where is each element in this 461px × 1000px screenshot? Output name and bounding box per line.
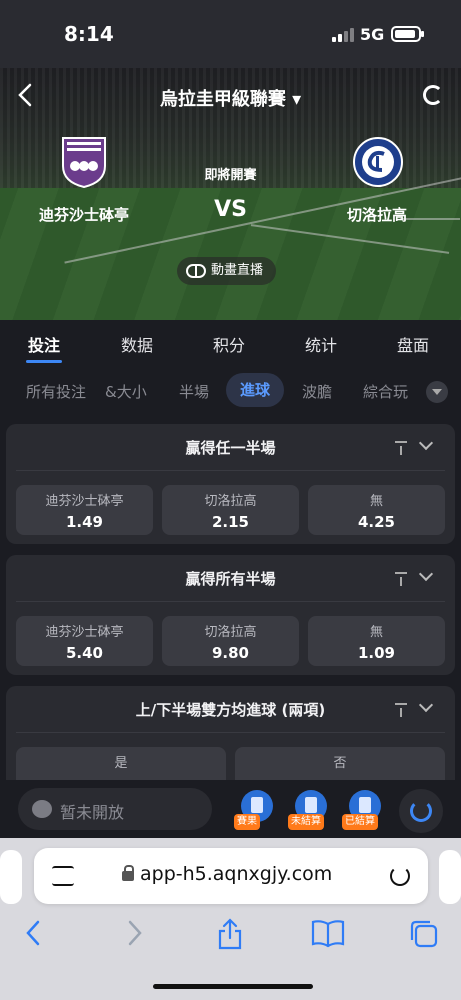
network-label: 5G bbox=[360, 25, 385, 44]
odds-button[interactable]: 迪芬沙士砵亭 1.49 bbox=[16, 485, 153, 535]
odds-value: 4.25 bbox=[357, 513, 395, 531]
tab-bets[interactable]: 投注 bbox=[25, 332, 63, 363]
market-card: 上/下半場雙方均進球 (兩項) 是 否 bbox=[6, 686, 455, 780]
unsettled-label: 未結算 bbox=[288, 814, 324, 830]
tab-data[interactable]: 数据 bbox=[121, 332, 153, 356]
signal-icon bbox=[332, 28, 354, 42]
odds-value: 1.09 bbox=[357, 644, 395, 662]
results-label: 賽果 bbox=[234, 814, 260, 830]
odds-value: 2.15 bbox=[211, 513, 249, 531]
home-indicator bbox=[153, 984, 313, 989]
subtab-correct-score[interactable]: 波膽 bbox=[302, 381, 332, 402]
odds-value: 1.49 bbox=[65, 513, 103, 531]
odds-row: 是 否 bbox=[6, 733, 455, 780]
market-title: 上/下半場雙方均進球 (兩項) bbox=[135, 701, 326, 719]
address-bar[interactable]: app-h5.aqnxgjy.com bbox=[34, 848, 428, 904]
pin-top-icon[interactable] bbox=[395, 441, 407, 455]
odds-label: 切洛拉高 bbox=[204, 625, 257, 640]
vs-label: VS bbox=[214, 197, 247, 222]
main-tabs: 投注 数据 积分 统计 盘面 bbox=[0, 320, 461, 366]
reload-icon[interactable] bbox=[399, 789, 443, 833]
odds-value: 5.40 bbox=[65, 644, 103, 662]
tab-market[interactable]: 盘面 bbox=[397, 332, 429, 356]
bookmarks-icon[interactable] bbox=[311, 918, 345, 954]
status-time: 8:14 bbox=[64, 22, 114, 46]
refresh-icon[interactable] bbox=[423, 85, 443, 105]
next-tab-card[interactable] bbox=[439, 850, 461, 904]
animation-live-label: 動畫直播 bbox=[211, 263, 264, 278]
animation-live-button[interactable]: 動畫直播 bbox=[177, 257, 276, 285]
settled-label: 已結算 bbox=[342, 814, 378, 830]
odds-button[interactable]: 切洛拉高 9.80 bbox=[162, 616, 299, 666]
match-status: 即將開賽 bbox=[204, 168, 257, 183]
pin-top-icon[interactable] bbox=[395, 572, 407, 586]
home-team: 迪芬沙士砵亭 bbox=[24, 136, 144, 226]
subtab-combo[interactable]: 綜合玩 bbox=[363, 381, 408, 402]
market-header[interactable]: 上/下半場雙方均進球 (兩項) bbox=[6, 686, 455, 732]
subtab-half[interactable]: 半場 bbox=[179, 381, 209, 402]
subtab-all-bets[interactable]: 所有投注 bbox=[26, 381, 86, 402]
results-button[interactable]: 賽果 bbox=[234, 790, 277, 834]
unsettled-button[interactable]: 未結算 bbox=[288, 790, 331, 834]
chat-icon bbox=[32, 800, 52, 818]
more-tabs-dropdown-icon[interactable] bbox=[426, 381, 448, 403]
browser-back-icon[interactable] bbox=[22, 918, 46, 954]
league-selector[interactable]: 烏拉圭甲級聯賽 ▾ bbox=[0, 85, 461, 111]
odds-button[interactable]: 無 1.09 bbox=[308, 616, 445, 666]
market-title: 贏得任一半場 bbox=[185, 439, 276, 457]
browser-forward-icon[interactable] bbox=[122, 918, 146, 954]
odds-label: 無 bbox=[369, 625, 383, 640]
home-team-crest-icon bbox=[59, 136, 109, 189]
reload-page-icon[interactable] bbox=[390, 866, 410, 886]
odds-row: 迪芬沙士砵亭 1.49 切洛拉高 2.15 無 4.25 bbox=[6, 471, 455, 543]
pitch-icon bbox=[186, 264, 206, 278]
odds-row: 迪芬沙士砵亭 5.40 切洛拉高 9.80 無 1.09 bbox=[6, 602, 455, 674]
odds-button[interactable]: 無 4.25 bbox=[308, 485, 445, 535]
share-icon[interactable] bbox=[216, 918, 244, 956]
market-card: 贏得所有半場 迪芬沙士砵亭 5.40 切洛拉高 9.80 無 1.09 bbox=[6, 555, 455, 675]
bet-slip-placeholder: 暂未開放 bbox=[60, 803, 125, 822]
market-header[interactable]: 贏得所有半場 bbox=[6, 555, 455, 601]
odds-value: 9.80 bbox=[211, 644, 249, 662]
match-header: 烏拉圭甲級聯賽 ▾ 迪芬沙士砵亭 即將開賽 VS 切洛拉高 動畫直播 bbox=[0, 68, 461, 320]
tab-stats[interactable]: 统计 bbox=[305, 332, 337, 356]
lock-icon bbox=[122, 865, 134, 881]
odds-button[interactable]: 切洛拉高 2.15 bbox=[162, 485, 299, 535]
status-bar: 8:14 5G bbox=[0, 0, 461, 68]
odds-button[interactable]: 否 bbox=[235, 747, 445, 780]
away-team-crest-icon bbox=[352, 136, 403, 188]
market-filter-tabs: 所有投注 &大小 半場 進球 波膽 綜合玩 bbox=[0, 368, 461, 414]
bet-slip-bar: 暂未開放 賽果 未結算 已結算 bbox=[0, 780, 461, 838]
market-header[interactable]: 贏得任一半場 bbox=[6, 424, 455, 470]
tabs-icon[interactable] bbox=[408, 918, 440, 956]
url-text: app-h5.aqnxgjy.com bbox=[140, 863, 333, 885]
odds-label: 切洛拉高 bbox=[204, 494, 257, 509]
market-card: 贏得任一半場 迪芬沙士砵亭 1.49 切洛拉高 2.15 無 4.25 bbox=[6, 424, 455, 544]
battery-icon bbox=[391, 26, 424, 42]
market-title: 贏得所有半場 bbox=[185, 570, 276, 588]
tab-standings[interactable]: 积分 bbox=[213, 332, 245, 356]
app-screen: 8:14 5G 烏拉圭甲級聯賽 ▾ 迪芬沙士砵亭 即將開賽 VS 切洛拉高 動畫… bbox=[0, 0, 461, 1000]
odds-button[interactable]: 迪芬沙士砵亭 5.40 bbox=[16, 616, 153, 666]
top-nav: 烏拉圭甲級聯賽 ▾ bbox=[0, 68, 461, 124]
away-team: 切洛拉高 bbox=[317, 136, 437, 226]
prev-tab-card[interactable] bbox=[0, 850, 22, 904]
home-team-name: 迪芬沙士砵亭 bbox=[38, 206, 129, 224]
match-center: 即將開賽 VS bbox=[180, 164, 281, 222]
odds-button[interactable]: 是 bbox=[16, 747, 226, 780]
reader-mode-icon[interactable] bbox=[52, 866, 74, 886]
subtab-over-under[interactable]: &大小 bbox=[105, 381, 147, 402]
odds-label: 迪芬沙士砵亭 bbox=[45, 494, 124, 509]
bet-slip-input[interactable]: 暂未開放 bbox=[18, 788, 212, 830]
pin-top-icon[interactable] bbox=[395, 703, 407, 717]
odds-label: 迪芬沙士砵亭 bbox=[45, 625, 124, 640]
subtab-goals[interactable]: 進球 bbox=[226, 373, 285, 407]
away-team-name: 切洛拉高 bbox=[346, 206, 407, 224]
odds-label: 無 bbox=[369, 494, 383, 509]
settled-button[interactable]: 已結算 bbox=[342, 790, 385, 834]
